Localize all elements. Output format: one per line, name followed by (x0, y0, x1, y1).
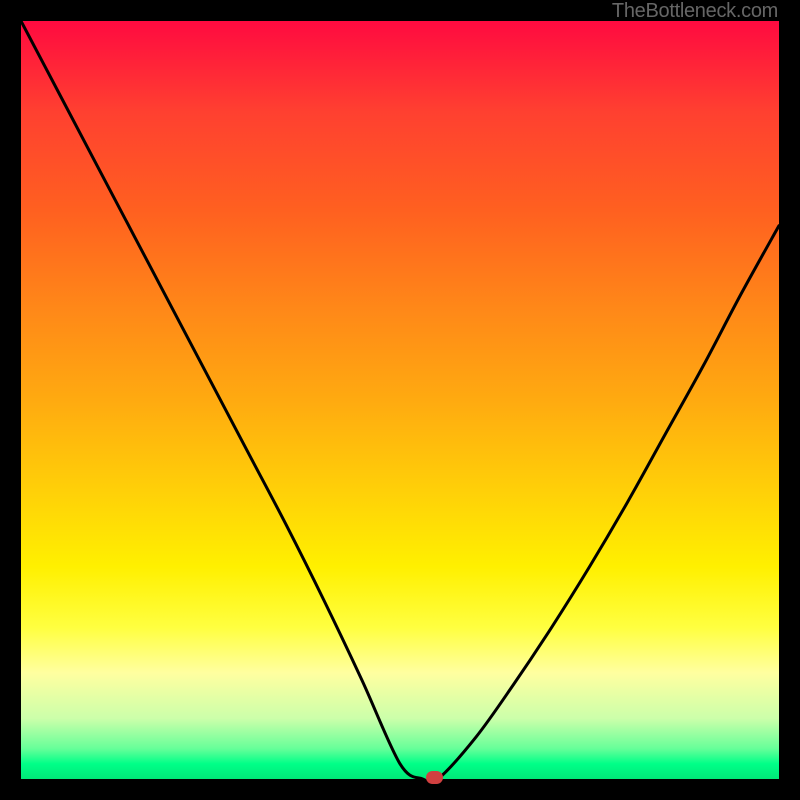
bottleneck-curve (21, 21, 779, 779)
minimum-marker (426, 771, 443, 784)
watermark-text: TheBottleneck.com (612, 0, 778, 23)
